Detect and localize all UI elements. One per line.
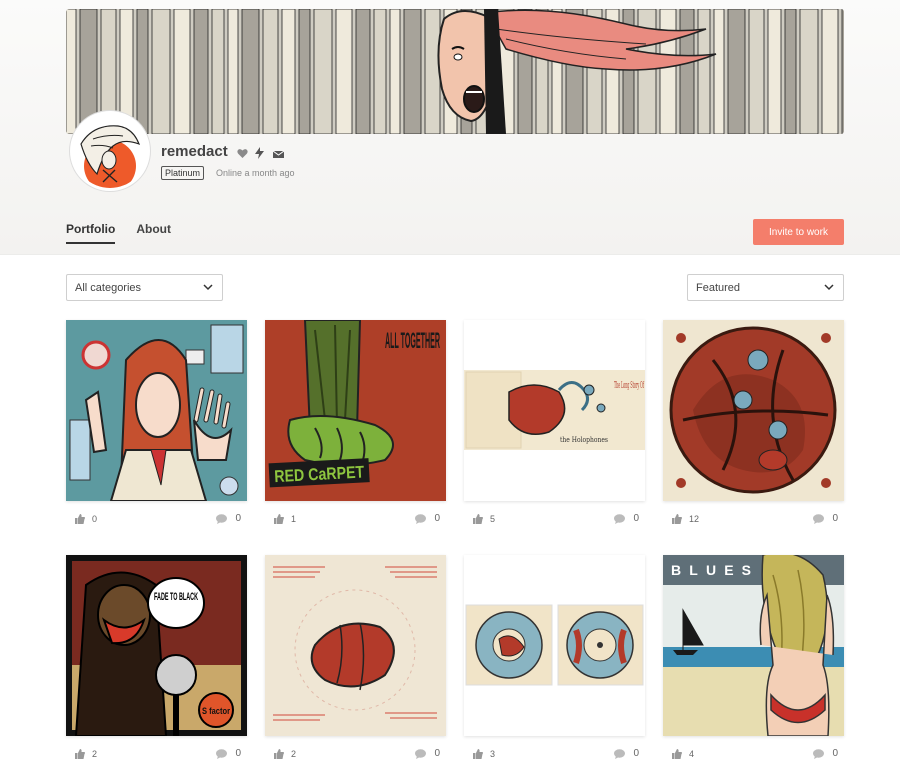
thumbs-up-icon — [75, 749, 85, 759]
album-title: FADE TO BLACK — [154, 591, 198, 603]
portfolio-thumbnail[interactable]: The Long Story Of the Holophones — [464, 320, 645, 501]
comments-count: 0 — [633, 513, 639, 524]
comments-count: 0 — [434, 748, 440, 759]
thumbs-up-icon — [75, 514, 85, 524]
portfolio-thumbnail[interactable] — [464, 555, 645, 736]
comment-icon — [614, 748, 626, 759]
likes[interactable]: 12 — [672, 514, 699, 524]
likes-count: 3 — [490, 749, 496, 759]
likes-count: 5 — [490, 514, 496, 524]
comment-icon — [216, 513, 228, 524]
comment-icon — [813, 748, 825, 759]
online-status: Online a month ago — [216, 168, 295, 178]
comments[interactable]: 0 — [216, 748, 241, 759]
sort-select-value: Featured — [696, 281, 741, 294]
comments[interactable]: 0 — [216, 513, 241, 524]
profile-tabs: Portfolio About — [66, 222, 171, 244]
username: remedact — [161, 143, 228, 160]
comments[interactable]: 0 — [614, 513, 639, 524]
album-title: The Long Story Of — [614, 381, 644, 391]
thumbs-up-icon — [473, 514, 483, 524]
comments[interactable]: 0 — [813, 748, 838, 759]
sort-select[interactable]: Featured — [687, 274, 844, 301]
comments[interactable]: 0 — [614, 748, 639, 759]
tab-about[interactable]: About — [136, 222, 171, 244]
portfolio-thumbnail[interactable]: ALL TOGETHER RED CaRPET — [265, 320, 446, 501]
likes-count: 2 — [291, 749, 297, 759]
portfolio-thumbnail[interactable] — [663, 320, 844, 501]
album-logo: S factor — [202, 706, 230, 716]
likes[interactable]: 0 — [75, 514, 97, 524]
avatar[interactable] — [70, 111, 150, 191]
portfolio-item[interactable]: 2 0 — [265, 555, 446, 767]
portfolio-thumbnail[interactable] — [265, 555, 446, 736]
tab-portfolio[interactable]: Portfolio — [66, 222, 116, 244]
comments[interactable]: 0 — [415, 513, 440, 524]
comments[interactable]: 0 — [415, 748, 440, 759]
comment-icon — [415, 748, 427, 759]
comments-count: 0 — [832, 513, 838, 524]
heart-icon[interactable] — [237, 146, 248, 158]
thumbs-up-icon — [672, 514, 682, 524]
likes-count: 1 — [291, 514, 297, 524]
comments-count: 0 — [832, 748, 838, 759]
comment-icon — [614, 513, 626, 524]
likes-count: 12 — [689, 514, 700, 524]
thumbs-up-icon — [473, 749, 483, 759]
comment-icon — [813, 513, 825, 524]
thumbs-up-icon — [274, 749, 284, 759]
chevron-down-icon — [203, 284, 213, 291]
comment-icon — [415, 513, 427, 524]
category-select-value: All categories — [75, 281, 142, 294]
comments[interactable]: 0 — [813, 513, 838, 524]
likes[interactable]: 2 — [274, 749, 296, 759]
album-title: ALL TOGETHER — [385, 328, 440, 353]
likes-count: 4 — [689, 749, 695, 759]
likes[interactable]: 1 — [274, 514, 296, 524]
profile-actions — [237, 146, 285, 159]
comment-icon — [216, 748, 228, 759]
chevron-down-icon — [824, 284, 834, 291]
cover-banner — [66, 9, 844, 134]
comments-count: 0 — [633, 748, 639, 759]
likes[interactable]: 4 — [672, 749, 694, 759]
likes[interactable]: 2 — [75, 749, 97, 759]
thumbs-up-icon — [274, 514, 284, 524]
portfolio-thumbnail[interactable]: FADE TO BLACK S factor — [66, 555, 247, 736]
likes[interactable]: 3 — [473, 749, 495, 759]
invite-to-work-button[interactable]: Invite to work — [753, 219, 844, 245]
portfolio-thumbnail[interactable]: BLUES — [663, 555, 844, 736]
portfolio-item[interactable]: 12 0 — [663, 320, 844, 532]
plan-badge: Platinum — [161, 166, 205, 180]
comments-count: 0 — [235, 513, 241, 524]
album-subtitle: the Holophones — [560, 436, 608, 444]
likes-count: 2 — [92, 749, 98, 759]
comments-count: 0 — [434, 513, 440, 524]
portfolio-thumbnail[interactable] — [66, 320, 247, 501]
comments-count: 0 — [235, 748, 241, 759]
portfolio-item[interactable]: FADE TO BLACK S factor 2 0 — [66, 555, 247, 767]
likes-count: 0 — [92, 514, 98, 524]
portfolio-item[interactable]: ALL TOGETHER RED CaRPET 1 0 — [265, 320, 446, 532]
mail-icon[interactable] — [272, 146, 285, 158]
likes[interactable]: 5 — [473, 514, 495, 524]
lightning-icon[interactable] — [255, 146, 266, 159]
portfolio-item[interactable]: The Long Story Of the Holophones 5 0 — [464, 320, 645, 532]
portfolio-item[interactable]: 0 0 — [66, 320, 247, 532]
thumbs-up-icon — [672, 749, 682, 759]
portfolio-item[interactable]: 3 0 — [464, 555, 645, 767]
category-select[interactable]: All categories — [66, 274, 223, 301]
portfolio-item[interactable]: BLUES 4 0 — [663, 555, 844, 767]
